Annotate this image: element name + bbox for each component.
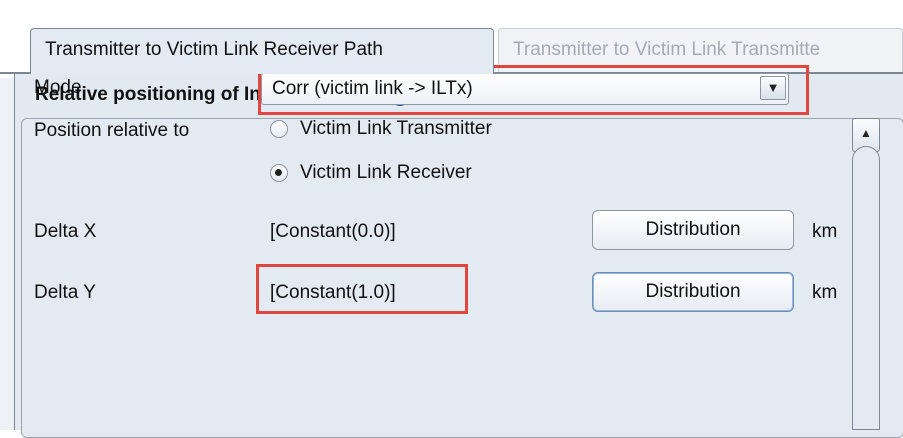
radio-label: Victim Link Transmitter bbox=[300, 118, 492, 139]
radio-label: Victim Link Receiver bbox=[300, 162, 472, 183]
delta-x-label: Delta X bbox=[34, 221, 97, 242]
radio-victim-link-transmitter[interactable]: Victim Link Transmitter bbox=[270, 118, 492, 140]
tab-victim-receiver-path[interactable]: Transmitter to Victim Link Receiver Path bbox=[30, 28, 494, 74]
position-relative-label: Position relative to bbox=[34, 120, 190, 141]
delta-y-distribution-button[interactable]: Distribution bbox=[592, 272, 794, 312]
mode-selected-value: Corr (victim link -> ILTx) bbox=[272, 78, 473, 99]
delta-y-value: [Constant(1.0)] bbox=[270, 282, 396, 303]
mode-combobox[interactable]: Corr (victim link -> ILTx) ▼ bbox=[261, 73, 789, 105]
delta-y-label: Delta Y bbox=[34, 282, 96, 303]
radio-checked-icon[interactable] bbox=[270, 164, 288, 182]
delta-y-unit: km bbox=[812, 282, 838, 303]
dropdown-arrow-icon[interactable]: ▼ bbox=[760, 76, 786, 100]
vertical-scrollbar[interactable] bbox=[852, 146, 880, 430]
delta-x-unit: km bbox=[812, 221, 838, 242]
tab-victim-transmitter-path[interactable]: Transmitter to Victim Link Transmitte bbox=[498, 28, 903, 72]
radio-icon[interactable] bbox=[270, 120, 288, 138]
window: Transmitter to Victim Link Receiver Path… bbox=[0, 0, 903, 438]
mode-label: Mode bbox=[34, 77, 82, 98]
delta-x-distribution-button[interactable]: Distribution bbox=[592, 210, 794, 250]
radio-victim-link-receiver[interactable]: Victim Link Receiver bbox=[270, 162, 472, 184]
delta-x-value: [Constant(0.0)] bbox=[270, 221, 396, 242]
tab-strip: Transmitter to Victim Link Receiver Path… bbox=[0, 0, 903, 78]
